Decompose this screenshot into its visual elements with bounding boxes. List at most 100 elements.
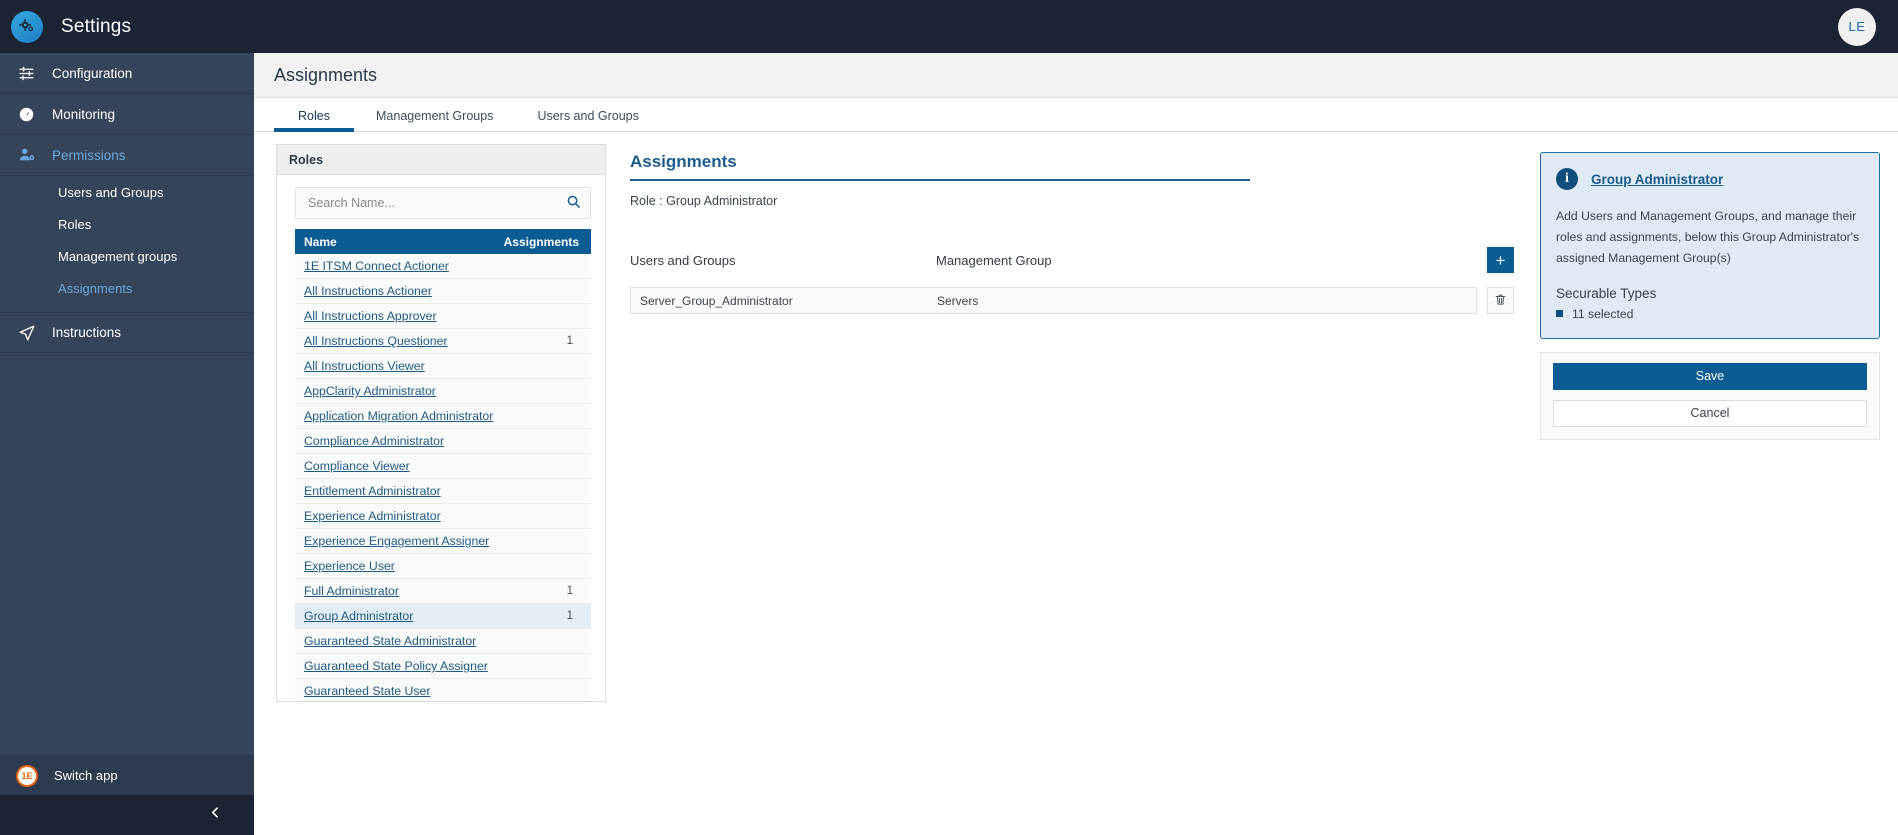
user-gear-icon [18,146,44,164]
app-shell: Configuration Monitoring Permissions Use… [0,53,1898,835]
role-name-cell: Entitlement Administrator [295,484,495,498]
table-row[interactable]: Experience User [295,554,591,579]
role-link[interactable]: Experience Engagement Assigner [304,534,489,548]
role-name-cell: Experience Administrator [295,509,495,523]
table-row[interactable]: All Instructions Questioner 1 [295,329,591,354]
info-card-description: Add Users and Management Groups, and man… [1556,209,1860,265]
page-header: Assignments [254,53,1898,98]
assignments-column-headers: Users and Groups Management Group + [630,247,1514,273]
roles-grid-header: Name Assignments [295,229,591,254]
sidebar-filler [0,353,254,755]
chevron-left-icon [209,806,222,824]
column-header-name[interactable]: Name [295,235,495,249]
info-icon: i [1556,168,1578,190]
role-link[interactable]: AppClarity Administrator [304,384,436,398]
role-name-cell: Compliance Administrator [295,434,495,448]
table-row[interactable]: All Instructions Actioner [295,279,591,304]
assignment-row-fields[interactable]: Server_Group_Administrator Servers [630,287,1477,314]
tab-bar: Roles Management Groups Users and Groups [254,98,1898,132]
tab-roles[interactable]: Roles [274,109,354,132]
table-row[interactable]: 1E ITSM Connect Actioner [295,254,591,279]
search-icon [566,194,581,212]
action-buttons-card: Save Cancel [1540,351,1880,440]
sidebar-item-configuration[interactable]: Configuration [0,53,254,94]
role-name-cell: Full Administrator [295,584,495,598]
role-link[interactable]: All Instructions Questioner [304,334,448,348]
search-input[interactable] [296,196,556,210]
sidebar-item-label: Permissions [52,147,126,163]
role-name-cell: 1E ITSM Connect Actioner [295,259,495,273]
role-name-cell: All Instructions Questioner [295,334,495,348]
role-link[interactable]: 1E ITSM Connect Actioner [304,259,449,273]
table-row[interactable]: Full Administrator 1 [295,579,591,604]
table-row[interactable]: All Instructions Viewer [295,354,591,379]
role-link[interactable]: Guaranteed State Policy Assigner [304,659,488,673]
securable-types-value: 11 selected [1572,306,1634,321]
tab-users-and-groups[interactable]: Users and Groups [515,109,660,131]
sidebar-item-monitoring[interactable]: Monitoring [0,94,254,135]
securable-types-value-row: 11 selected [1556,307,1862,321]
sidebar-item-permissions[interactable]: Permissions [0,135,254,176]
sidebar-item-roles[interactable]: Roles [0,208,254,240]
role-link[interactable]: Experience Administrator [304,509,441,523]
table-row[interactable]: Compliance Viewer [295,454,591,479]
role-link[interactable]: Compliance Administrator [304,434,444,448]
info-card-title[interactable]: Group Administrator [1591,172,1723,187]
search-button[interactable] [556,194,590,212]
save-button[interactable]: Save [1553,362,1867,390]
role-name-cell: Guaranteed State Policy Assigner [295,659,495,673]
table-row[interactable]: Experience Administrator [295,504,591,529]
role-link[interactable]: Compliance Viewer [304,459,410,473]
role-link[interactable]: Guaranteed State Administrator [304,634,476,648]
table-row[interactable]: Guaranteed State Administrator [295,629,591,654]
add-assignment-button[interactable]: + [1487,247,1514,273]
paper-plane-icon [18,324,44,342]
table-row[interactable]: Entitlement Administrator [295,479,591,504]
table-row[interactable]: AppClarity Administrator [295,379,591,404]
tab-label: Roles [298,109,330,123]
role-link[interactable]: All Instructions Actioner [304,284,432,298]
trash-icon [1494,293,1507,309]
sidebar-item-assignments[interactable]: Assignments [0,272,254,304]
role-link[interactable]: Experience User [304,559,395,573]
role-link[interactable]: All Instructions Approver [304,309,437,323]
role-link[interactable]: Guaranteed State User [304,684,430,698]
role-link[interactable]: All Instructions Viewer [304,359,425,373]
content-area: Roles Name [254,132,1898,835]
role-link[interactable]: Application Migration Administrator [304,409,493,423]
switch-app-button[interactable]: 1E Switch app [0,755,254,795]
roles-panel-header: Roles [277,145,605,175]
tab-management-groups[interactable]: Management Groups [354,109,515,131]
table-row[interactable]: Application Migration Administrator [295,404,591,429]
assignments-heading: Assignments [630,152,1250,181]
table-row[interactable]: Compliance Administrator [295,429,591,454]
sidebar-collapse-button[interactable] [0,795,254,835]
sidebar-item-label: Monitoring [52,106,116,122]
column-header-assignments[interactable]: Assignments [495,235,591,249]
table-row[interactable]: Group Administrator 1 [295,604,591,629]
table-row[interactable]: All Instructions Approver [295,304,591,329]
avatar[interactable]: LE [1838,7,1876,46]
info-card-header: i Group Administrator [1556,168,1862,190]
sidebar-item-management-groups[interactable]: Management groups [0,240,254,272]
role-name-cell: Experience Engagement Assigner [295,534,495,548]
table-row[interactable]: Guaranteed State Policy Assigner [295,654,591,679]
square-bullet-icon [1556,310,1563,318]
role-link[interactable]: Entitlement Administrator [304,484,441,498]
table-row[interactable]: Experience Engagement Assigner [295,529,591,554]
top-bar: Settings LE [0,0,1898,53]
sidebar-nav: Configuration Monitoring Permissions Use… [0,53,254,353]
cancel-button[interactable]: Cancel [1553,399,1867,427]
app-title: Settings [61,15,132,37]
role-link[interactable]: Full Administrator [304,584,399,598]
column-header-management-group: Management Group [936,252,1052,268]
search-area [277,175,605,229]
delete-assignment-button[interactable] [1487,287,1514,314]
roles-list: 1E ITSM Connect Actioner All Instructions… [295,254,591,701]
switch-app-label: Switch app [54,768,118,783]
sidebar-item-instructions[interactable]: Instructions [0,312,254,353]
sidebar-item-users-and-groups[interactable]: Users and Groups [0,176,254,208]
role-link[interactable]: Group Administrator [304,609,413,623]
table-row[interactable]: Guaranteed State User [295,679,591,701]
role-name-cell: All Instructions Viewer [295,359,495,373]
